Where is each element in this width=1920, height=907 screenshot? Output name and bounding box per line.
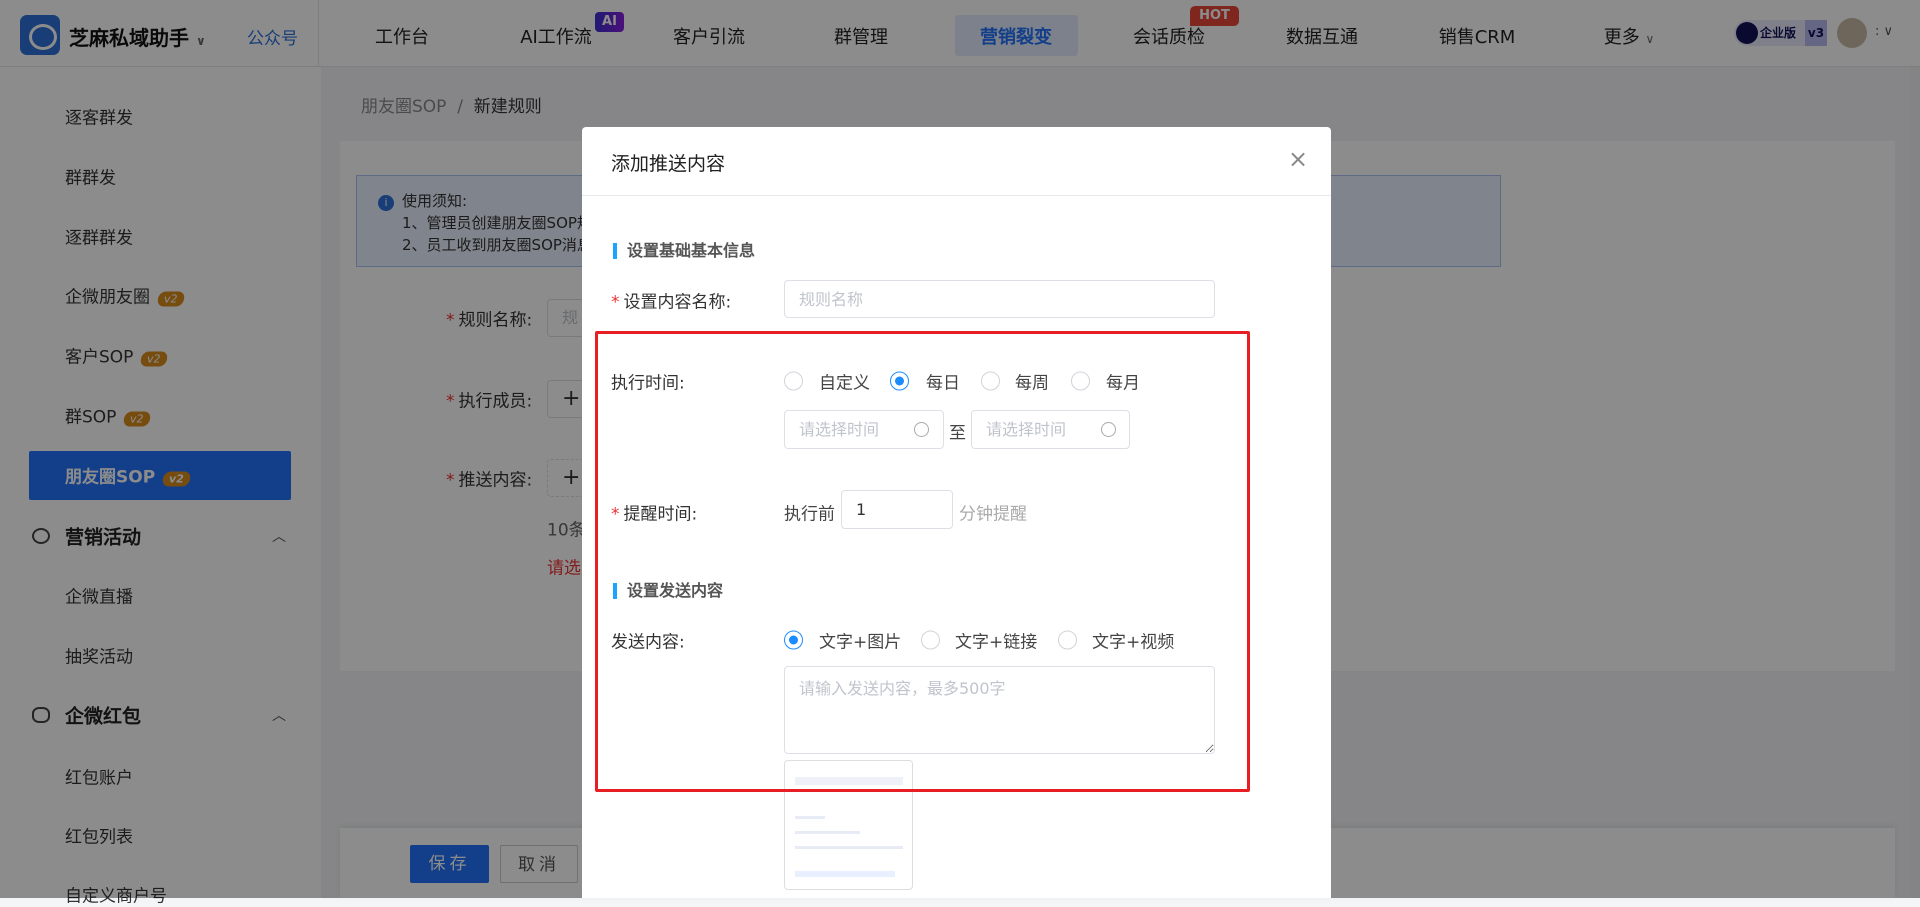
section-basic-info: 设置基础基本信息	[613, 243, 755, 259]
highlight-box	[595, 331, 1250, 792]
content-name-label: * 设置内容名称:	[611, 292, 732, 313]
close-icon[interactable]: ×	[1288, 145, 1308, 173]
modal-title: 添加推送内容	[611, 153, 726, 175]
divider	[582, 195, 1331, 196]
content-name-input[interactable]	[784, 280, 1215, 318]
